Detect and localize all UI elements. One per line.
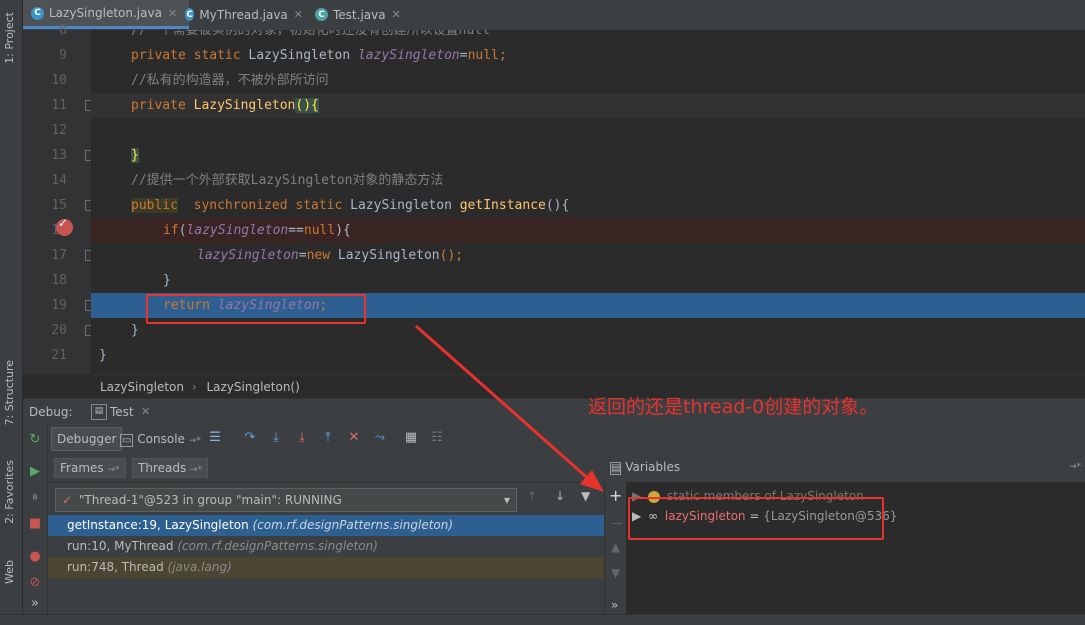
annotation-arrow — [415, 324, 604, 492]
annotation-text: 返回的还是thread-0创建的对象。 — [588, 396, 879, 418]
